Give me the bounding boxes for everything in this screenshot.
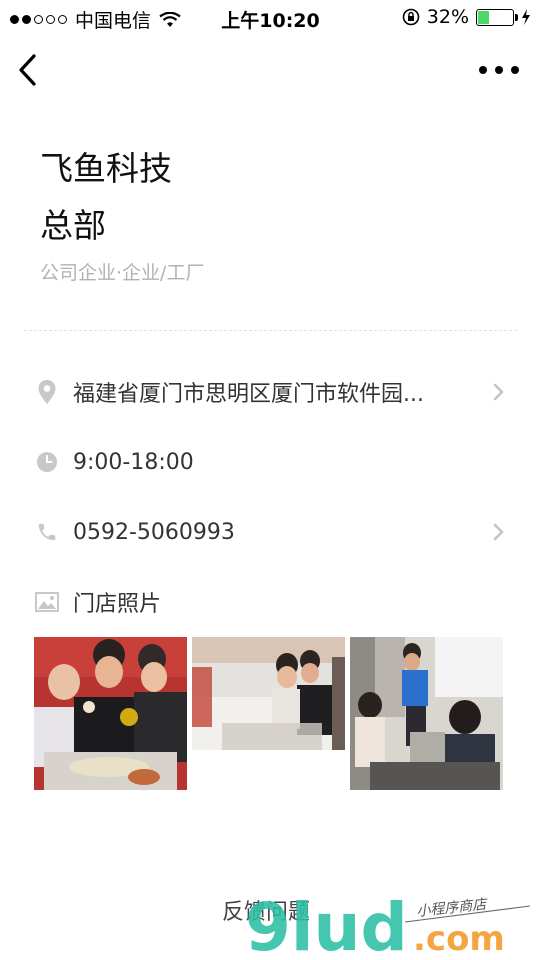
orientation-lock-icon (402, 8, 420, 26)
back-button[interactable] (14, 52, 44, 88)
charging-icon (522, 9, 530, 25)
status-bar: 中国电信 上午10:20 32% (0, 0, 541, 36)
battery-icon (476, 8, 518, 26)
svg-text:9lud: 9lud (245, 890, 408, 955)
phone-icon (34, 519, 60, 545)
chevron-right-icon (493, 383, 504, 401)
address-row[interactable]: 福建省厦门市思明区厦门市软件园... (34, 372, 507, 412)
photo-thumbnail-2[interactable] (192, 637, 345, 750)
photo-thumbnail-1[interactable] (34, 637, 187, 790)
chevron-left-icon (19, 54, 36, 86)
store-category: 公司企业·企业/工厂 (40, 262, 205, 284)
store-title: 飞鱼科技 总部 (40, 140, 172, 254)
address-text: 福建省厦门市思明区厦门市软件园... (73, 382, 424, 407)
image-icon (34, 589, 60, 615)
svg-text:小程序商店: 小程序商店 (416, 897, 489, 920)
svg-text:.com: .com (413, 919, 505, 955)
battery-level-fill (478, 10, 489, 24)
phone-number: 0592-5060993 (73, 519, 235, 545)
photos-header: 门店照片 (34, 582, 507, 622)
status-right: 32% (402, 6, 531, 28)
store-name-line-2: 总部 (40, 206, 106, 245)
location-pin-icon (34, 379, 60, 405)
divider (24, 330, 517, 331)
battery-percent: 32% (426, 6, 469, 28)
photo-thumbnail-3[interactable] (350, 637, 503, 790)
photos-label: 门店照片 (73, 592, 162, 617)
hours-text: 9:00-18:00 (73, 449, 194, 475)
watermark-logo: 9lud .com 小程序商店 (245, 890, 531, 955)
photo-gallery (34, 637, 504, 790)
more-dots-icon[interactable] (479, 62, 519, 78)
chevron-right-icon (493, 523, 504, 541)
store-name-line-1: 飞鱼科技 (40, 149, 172, 188)
hours-row: 9:00-18:00 (34, 442, 507, 482)
clock-icon (34, 449, 60, 475)
phone-row[interactable]: 0592-5060993 (34, 512, 507, 552)
